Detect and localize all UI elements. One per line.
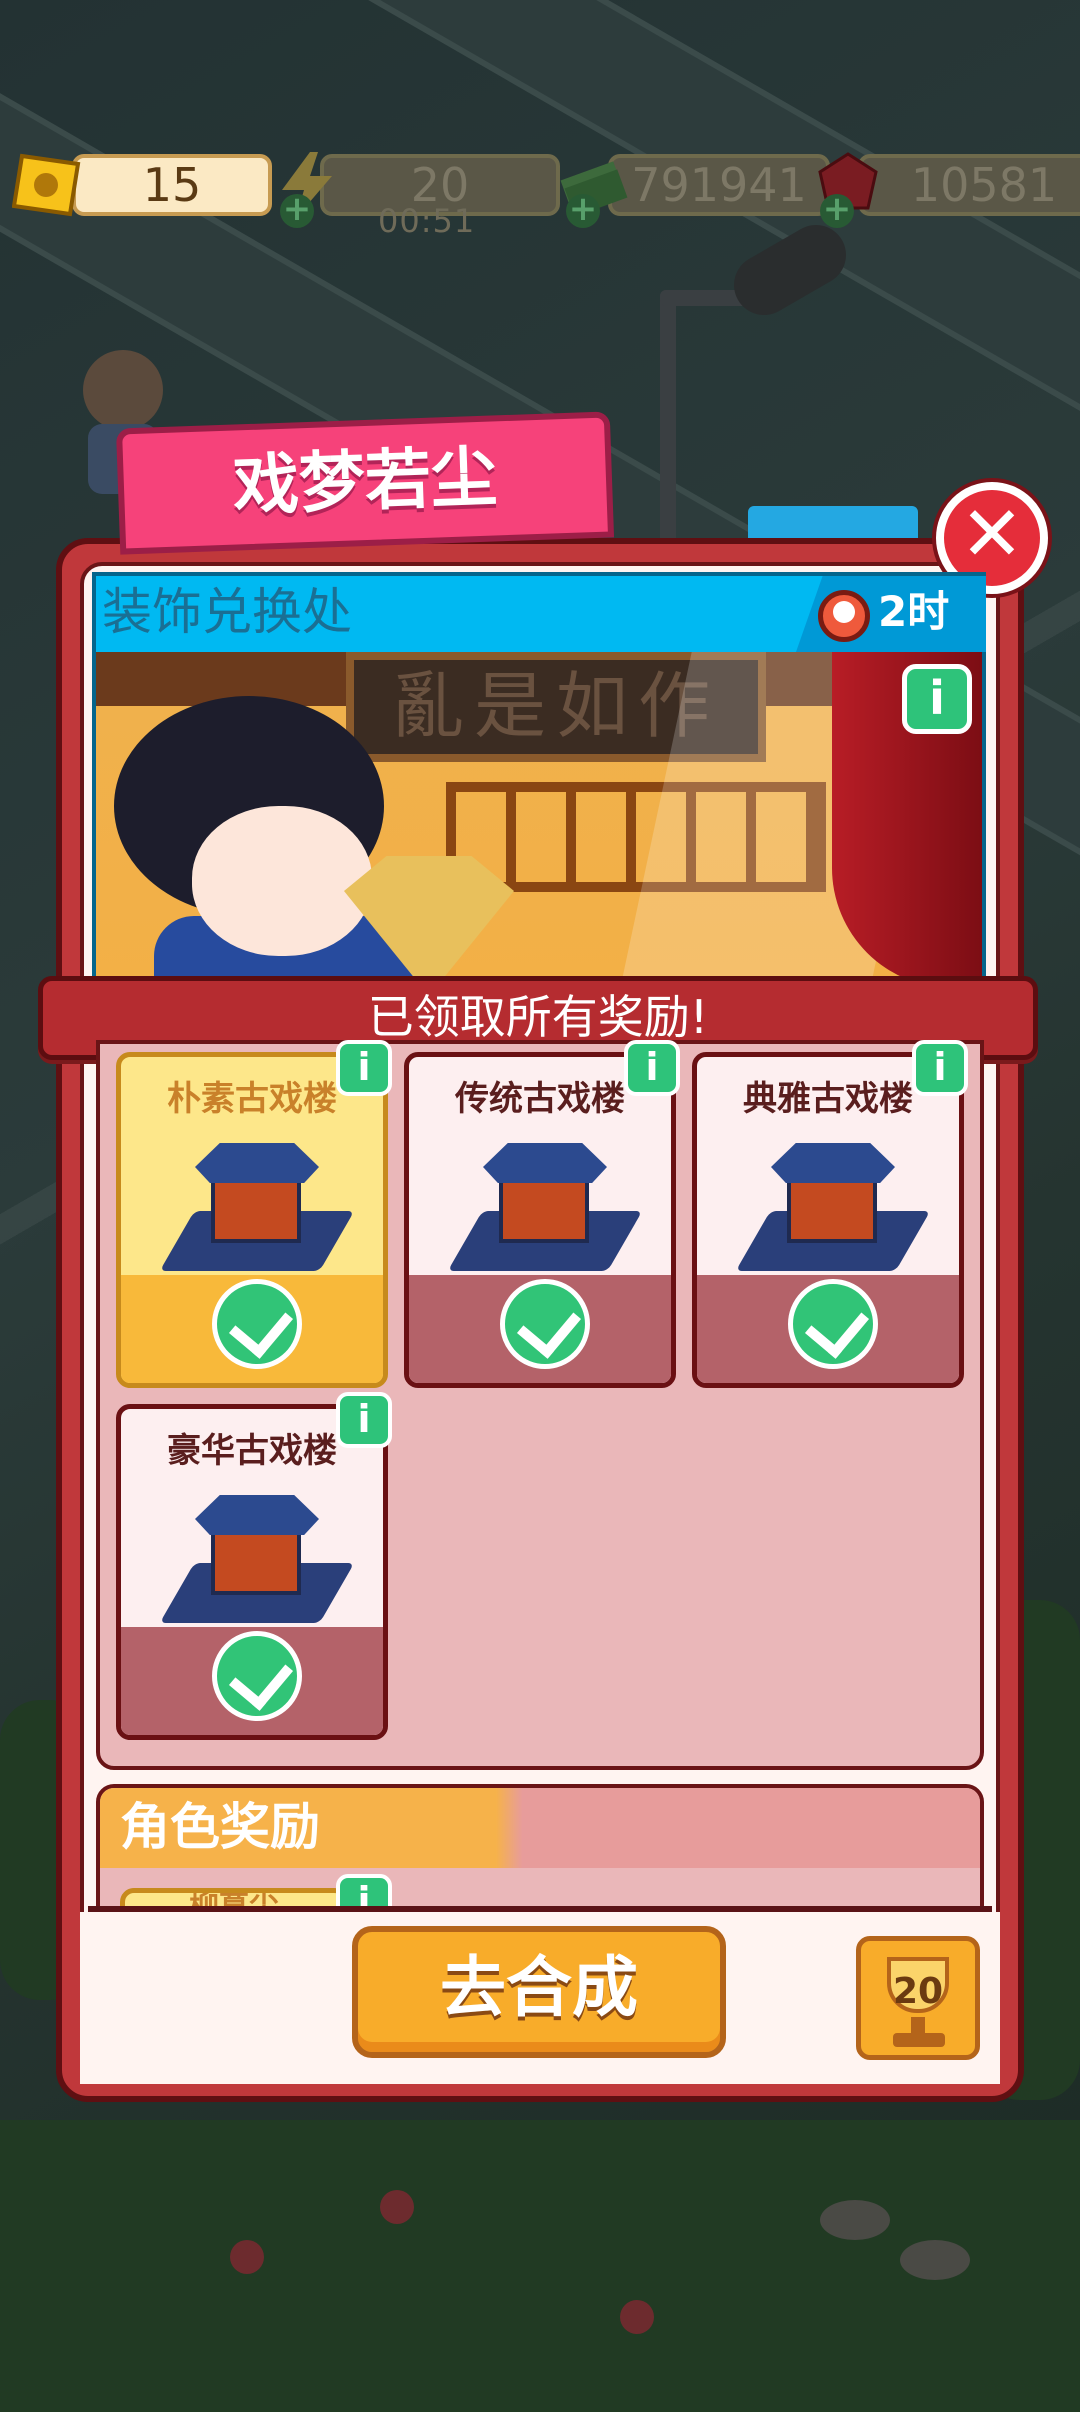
role-reward-title: 角色奖励 — [100, 1788, 980, 1868]
reward-card[interactable]: 传统古戏楼 — [404, 1052, 676, 1388]
claimed-check-icon — [500, 1279, 590, 1369]
opera-character — [44, 636, 514, 1016]
gems-value: 10581 — [858, 154, 1080, 216]
info-icon[interactable]: i — [912, 1040, 968, 1096]
add-gems-button[interactable]: + — [820, 192, 854, 228]
role-reward-section: 角色奖励 柳慕尘 — [96, 1784, 984, 1914]
info-icon[interactable]: i — [902, 664, 972, 734]
theater-building-icon — [159, 1121, 355, 1271]
stone — [820, 2200, 890, 2240]
theater-building-icon — [159, 1473, 355, 1623]
event-title: 戏梦若尘 — [115, 411, 615, 555]
add-energy-button[interactable]: + — [280, 192, 314, 228]
reward-card[interactable]: 豪华古戏楼 — [116, 1404, 388, 1740]
reward-card[interactable]: 典雅古戏楼 — [692, 1052, 964, 1388]
info-icon[interactable]: i — [336, 1040, 392, 1096]
energy-timer: 00:51 — [378, 202, 476, 240]
trophy-count: 20 — [892, 1971, 944, 2012]
theater-building-icon — [447, 1121, 643, 1271]
clock-icon — [818, 590, 870, 642]
trophy-button[interactable]: 20 — [856, 1936, 980, 2060]
info-icon[interactable]: i — [624, 1040, 680, 1096]
cash-value: 791941 — [608, 154, 830, 216]
stone — [900, 2240, 970, 2280]
theater-building-icon — [735, 1121, 931, 1271]
flower — [230, 2240, 264, 2274]
exchange-title: 装饰兑换处 — [102, 583, 352, 641]
claimed-check-icon — [788, 1279, 878, 1369]
flower — [380, 2190, 414, 2224]
go-merge-button[interactable]: 去合成 — [352, 1926, 726, 2058]
ticket-icon — [12, 153, 81, 217]
info-icon[interactable]: i — [336, 1392, 392, 1448]
claimed-check-icon — [212, 1279, 302, 1369]
claimed-check-icon — [212, 1631, 302, 1721]
flower — [620, 2300, 654, 2334]
tickets-value: 15 — [72, 154, 272, 216]
add-cash-button[interactable]: + — [566, 192, 600, 228]
reward-card[interactable]: 朴素古戏楼 — [116, 1052, 388, 1388]
traffic-light-pole — [660, 290, 676, 570]
